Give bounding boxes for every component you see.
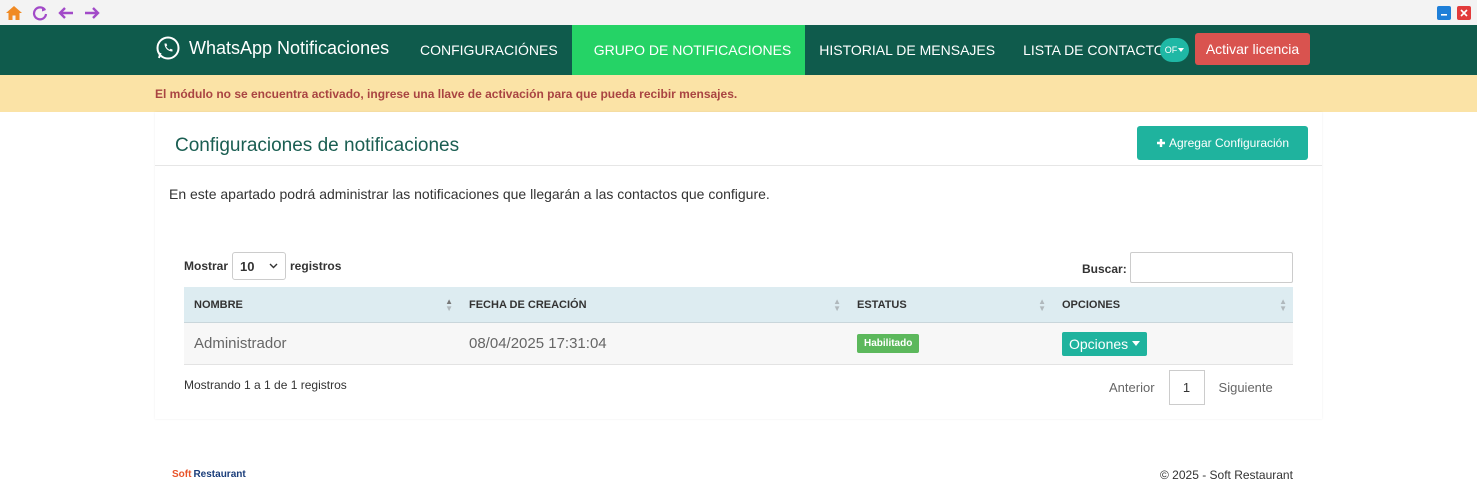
column-header-opciones[interactable]: OPCIONES ▲ ▼	[1052, 287, 1293, 322]
page-title: Configuraciones de notificaciones	[175, 135, 460, 156]
sort-icon: ▲ ▼	[833, 297, 841, 313]
add-configuration-button[interactable]: Agregar Configuración	[1137, 126, 1308, 160]
logo-text-restaurant: Restaurant	[193, 469, 246, 480]
nav-configuraciones[interactable]: CONFIGURACIÓNES	[406, 25, 572, 75]
pagination-page-current[interactable]: 1	[1168, 370, 1205, 405]
cell-opciones: Opciones	[1052, 323, 1293, 364]
back-arrow-icon[interactable]	[56, 3, 76, 23]
add-configuration-label: Agregar Configuración	[1168, 136, 1290, 150]
close-icon[interactable]	[1457, 5, 1471, 20]
pagination-next[interactable]: Siguiente	[1205, 380, 1287, 395]
page-size-control: Mostrar 10 registros	[184, 252, 341, 280]
top-navbar: WhatsApp Notificaciones CONFIGURACIÓNES …	[0, 25, 1477, 75]
column-header-estatus[interactable]: ESTATUS ▲ ▼	[847, 287, 1052, 322]
sort-icon: ▲ ▼	[445, 297, 453, 313]
chevron-down-icon	[1178, 48, 1185, 52]
brand-title: WhatsApp Notificaciones	[189, 37, 390, 58]
column-label: NOMBRE	[194, 298, 243, 311]
column-label: ESTATUS	[857, 298, 907, 311]
show-label: Mostrar	[184, 259, 229, 273]
user-menu[interactable]: OF	[1160, 38, 1189, 62]
brand[interactable]: WhatsApp Notificaciones	[155, 35, 389, 61]
footer-copyright: © 2025 - Soft Restaurant	[1160, 468, 1293, 482]
options-dropdown-button[interactable]: Opciones	[1062, 331, 1148, 356]
activation-warning: El módulo no se encuentra activado, ingr…	[0, 75, 1477, 112]
notifications-panel: Configuraciones de notificaciones Agrega…	[155, 112, 1322, 419]
options-label: Opciones	[1069, 335, 1129, 352]
column-label: FECHA DE CREACIÓN	[469, 298, 587, 311]
table-row: Administrador 08/04/2025 17:31:04 Habili…	[184, 323, 1293, 365]
nav-historial-mensajes[interactable]: HISTORIAL DE MENSAJES	[805, 25, 1009, 75]
page-size-select[interactable]: 10	[232, 252, 287, 280]
pagination-previous[interactable]: Anterior	[1095, 380, 1169, 395]
pagination: Anterior 1 Siguiente	[1095, 370, 1287, 405]
sort-icon: ▲ ▼	[1038, 297, 1046, 313]
records-label: registros	[290, 259, 342, 273]
home-icon[interactable]	[4, 3, 24, 23]
status-badge: Habilitado	[857, 334, 920, 353]
notifications-table: NOMBRE ▲ ▼ FECHA DE CREACIÓN ▲ ▼ ESTATUS ▲…	[184, 287, 1293, 365]
column-header-fecha[interactable]: FECHA DE CREACIÓN ▲ ▼	[459, 287, 847, 322]
panel-header: Configuraciones de notificaciones Agrega…	[155, 112, 1322, 166]
window-buttons	[1437, 5, 1473, 20]
column-header-nombre[interactable]: NOMBRE ▲ ▼	[184, 287, 459, 322]
logo-text-soft: Soft	[172, 469, 192, 480]
panel-description: En este apartado podrá administrar las n…	[169, 186, 770, 202]
refresh-icon[interactable]	[30, 3, 50, 23]
search-input[interactable]	[1130, 252, 1293, 283]
whatsapp-icon	[156, 36, 180, 60]
column-label: OPCIONES	[1062, 298, 1121, 311]
table-info: Mostrando 1 a 1 de 1 registros	[184, 378, 347, 392]
search-label: Buscar:	[1082, 262, 1127, 276]
page-size-value: 10	[240, 258, 255, 274]
activate-license-button[interactable]: Activar licencia	[1195, 33, 1310, 65]
nav-grupo-notificaciones[interactable]: GRUPO DE NOTIFICACIONES	[571, 25, 806, 75]
chevron-down-icon	[269, 263, 278, 269]
main-nav: CONFIGURACIÓNES GRUPO DE NOTIFICACIONES …	[406, 25, 1188, 75]
cell-nombre: Administrador	[194, 335, 287, 352]
plus-icon	[1156, 139, 1165, 147]
activation-warning-text: El módulo no se encuentra activado, ingr…	[155, 86, 738, 101]
cell-fecha: 08/04/2025 17:31:04	[469, 335, 607, 352]
user-initials: OF	[1164, 45, 1178, 55]
minimize-icon[interactable]	[1437, 5, 1451, 20]
sort-icon: ▲ ▼	[1279, 297, 1287, 313]
soft-restaurant-logo: Soft Restaurant	[172, 469, 246, 480]
caret-down-icon	[1132, 341, 1141, 346]
table-header: NOMBRE ▲ ▼ FECHA DE CREACIÓN ▲ ▼ ESTATUS ▲…	[184, 287, 1293, 323]
window-titlebar	[0, 0, 1477, 25]
cell-estatus: Habilitado	[847, 323, 1052, 364]
browser-controls	[4, 3, 102, 23]
forward-arrow-icon[interactable]	[82, 3, 102, 23]
